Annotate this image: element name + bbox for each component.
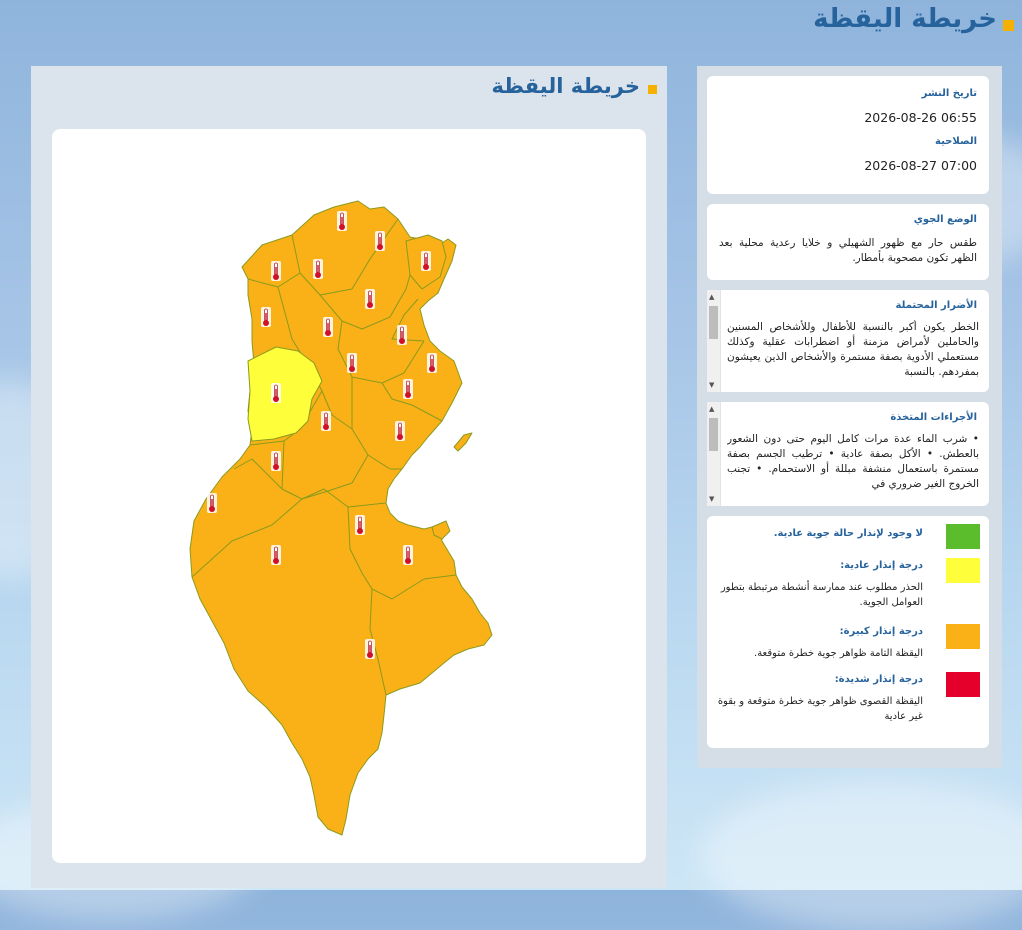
measures-label: الأجراءات المتخذة — [890, 412, 977, 423]
thermometer-icon[interactable] — [347, 353, 357, 373]
legend-card: لا وجود لإنذار حالة جوية عادية. درجة إنذ… — [707, 516, 989, 748]
measures-scrollbar[interactable]: ▲ ▼ — [707, 402, 721, 506]
thermometer-icon[interactable] — [207, 493, 217, 513]
page-header: خريطة اليقظة — [813, 4, 1014, 34]
measures-card: ▲ ▼ الأجراءات المتخذة • شرب الماء عدة مر… — [707, 402, 989, 506]
thermometer-icon[interactable] — [313, 259, 323, 279]
legend-red-desc: اليقظة القصوى ظواهر جوية خطرة متوقعة و ب… — [717, 696, 923, 722]
legend-red-title: درجة إنذار شديدة: — [834, 674, 923, 685]
thermometer-icon[interactable] — [365, 639, 375, 659]
weather-text: طقس حار مع ظهور الشهيلي و خلايا رعدية مح… — [719, 237, 977, 264]
thermometer-icon[interactable] — [397, 325, 407, 345]
scroll-thumb[interactable] — [709, 418, 718, 451]
thermometer-icon[interactable] — [323, 317, 333, 337]
validity-label: الصلاحية — [935, 136, 977, 147]
title-bullet-icon — [1003, 19, 1014, 31]
scroll-up-icon[interactable]: ▲ — [709, 405, 714, 413]
thermometer-icon[interactable] — [271, 383, 281, 403]
thermometer-icon[interactable] — [421, 251, 431, 271]
map-header: خريطة اليقظة — [491, 74, 657, 98]
legend-yellow-title: درجة إنذار عادية: — [840, 560, 923, 571]
legend-orange-swatch — [946, 624, 980, 649]
weather-card: الوضع الجوي طقس حار مع ظهور الشهيلي و خل… — [707, 204, 989, 280]
damages-label: الأضرار المحتملة — [895, 300, 977, 311]
publication-card: تاريخ النشر 2026-08-26 06:55 الصلاحية 20… — [707, 76, 989, 194]
published-value: 2026-08-26 06:55 — [864, 110, 977, 125]
legend-red-swatch — [946, 672, 980, 697]
thermometer-icon[interactable] — [321, 411, 331, 431]
thermometer-icon[interactable] — [365, 289, 375, 309]
thermometer-icon[interactable] — [355, 515, 365, 535]
damages-scrollbar[interactable]: ▲ ▼ — [707, 290, 721, 392]
damages-text: الخطر يكون أكبر بالنسبة للأطفال وللأشخاص… — [727, 321, 979, 378]
map-region-kerkennah[interactable] — [453, 432, 473, 452]
legend-green-swatch — [946, 524, 980, 549]
thermometer-icon[interactable] — [261, 307, 271, 327]
thermometer-icon[interactable] — [271, 261, 281, 281]
legend-yellow-swatch — [946, 558, 980, 583]
thermometer-icon[interactable] — [375, 231, 385, 251]
legend-green-title: لا وجود لإنذار حالة جوية عادية. — [773, 528, 923, 539]
thermometer-icon[interactable] — [271, 545, 281, 565]
legend-yellow-desc: الحذر مطلوب عند ممارسة أنشطة مرتبطة بتطو… — [720, 582, 923, 608]
published-label: تاريخ النشر — [921, 88, 977, 99]
weather-label: الوضع الجوي — [913, 214, 977, 225]
thermometer-icon[interactable] — [271, 451, 281, 471]
legend-orange-title: درجة إنذار كبيرة: — [839, 626, 923, 637]
scroll-down-icon[interactable]: ▼ — [709, 381, 714, 389]
map-title: خريطة اليقظة — [491, 74, 640, 98]
map-panel: خريطة اليقظة — [31, 66, 667, 888]
thermometer-icon[interactable] — [337, 211, 347, 231]
map-title-bullet-icon — [648, 84, 657, 94]
thermometer-icon[interactable] — [427, 353, 437, 373]
info-sidebar: تاريخ النشر 2026-08-26 06:55 الصلاحية 20… — [697, 66, 1002, 768]
damages-card: ▲ ▼ الأضرار المحتملة الخطر يكون أكبر بال… — [707, 290, 989, 392]
scroll-down-icon[interactable]: ▼ — [709, 495, 714, 503]
map-region-country[interactable] — [189, 200, 493, 836]
thermometer-icon[interactable] — [395, 421, 405, 441]
scroll-up-icon[interactable]: ▲ — [709, 293, 714, 301]
map-card — [52, 129, 646, 863]
legend-orange-desc: اليقظة التامة ظواهر جوية خطرة متوقعة. — [754, 648, 923, 659]
measures-text: • شرب الماء عدة مرات كامل اليوم حتى دون … — [727, 433, 979, 490]
validity-value: 2026-08-27 07:00 — [864, 158, 977, 173]
thermometer-icon[interactable] — [403, 379, 413, 399]
tunisia-vigilance-map[interactable] — [52, 129, 646, 863]
thermometer-icon[interactable] — [403, 545, 413, 565]
page-title: خريطة اليقظة — [813, 4, 997, 34]
scroll-thumb[interactable] — [709, 306, 718, 339]
